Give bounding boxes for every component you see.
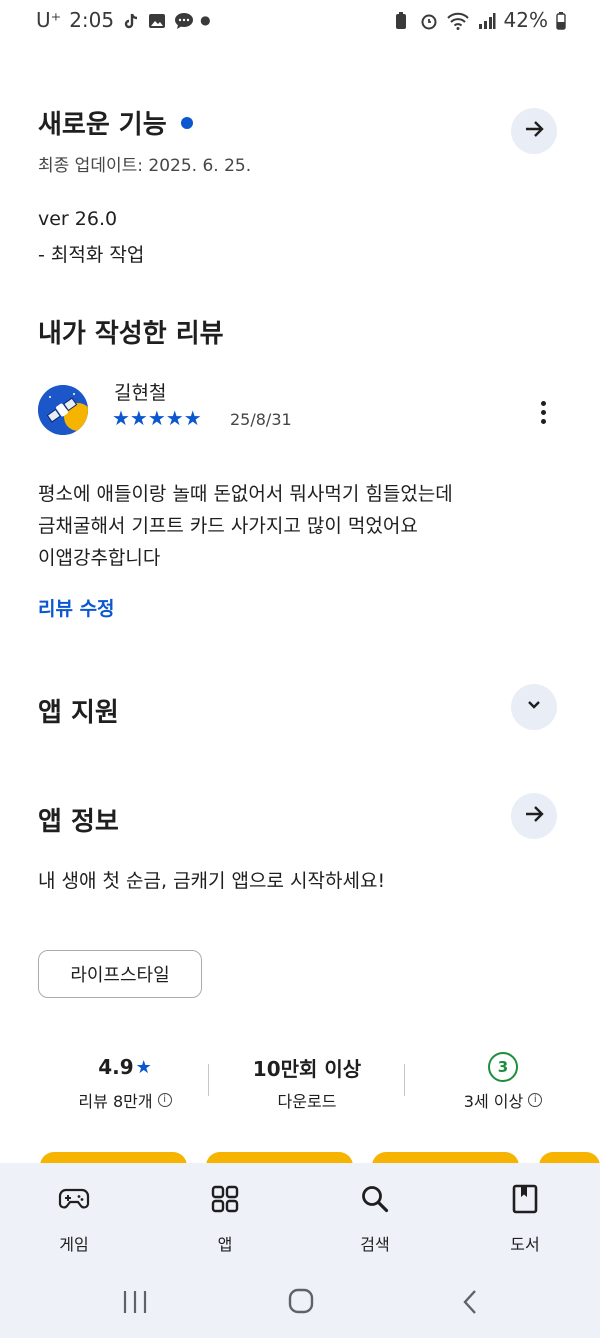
downloads-label: 다운로드: [277, 1092, 337, 1111]
gamepad-icon: [24, 1181, 124, 1217]
nav-item-search[interactable]: 검색: [325, 1181, 425, 1255]
version-text: ver 26.0: [38, 208, 118, 230]
app-info-arrow-button[interactable]: [511, 793, 557, 839]
carrier-label: U⁺: [36, 8, 62, 32]
notification-dot-icon: ●: [200, 13, 211, 27]
review-author: 길현철: [114, 382, 167, 404]
whats-new-title: 새로운 기능: [38, 110, 167, 140]
my-review-section: 내가 작성한 리뷰: [38, 313, 562, 350]
battery-saver-icon: [394, 11, 412, 29]
review-count: 리뷰 8만개: [78, 1092, 153, 1111]
info-icon[interactable]: i: [157, 1093, 172, 1107]
app-support-title: 앱 지원: [38, 698, 119, 728]
rating-stat: 4.9 ★ 리뷰 8만개 i: [40, 1052, 210, 1112]
signal-icon: [478, 11, 496, 29]
apps-grid-icon: [175, 1181, 275, 1217]
review-text: 평소에 애들이랑 놀때 돈없어서 뭐사먹기 힘들었는데 금채굴해서 기프트 카드…: [38, 478, 568, 574]
nav-label-search: 검색: [360, 1235, 390, 1254]
stat-divider: [208, 1064, 209, 1096]
avatar: [38, 385, 88, 435]
alarm-icon: [420, 11, 438, 30]
age-rating-label: 3세 이상: [463, 1092, 524, 1111]
gallery-icon: [148, 11, 166, 29]
new-indicator-dot: [180, 116, 193, 129]
nav-label-apps: 앱: [217, 1235, 233, 1254]
edit-review-link[interactable]: 리뷰 수정: [38, 594, 115, 621]
nav-label-games: 게임: [59, 1235, 89, 1254]
rating-value: 4.9: [98, 1055, 134, 1079]
review-text-line: 이앱강추합니다: [38, 547, 161, 569]
time-label: 2:05: [69, 8, 115, 32]
search-icon: [325, 1181, 425, 1217]
app-description: 내 생애 첫 순금, 금캐기 앱으로 시작하세요!: [38, 870, 386, 892]
age-rating-badge: 3: [488, 1052, 518, 1082]
home-icon[interactable]: [287, 1287, 315, 1319]
update-note: - 최적화 작업: [38, 244, 145, 266]
arrow-right-icon: [523, 118, 545, 144]
back-icon[interactable]: [460, 1288, 480, 1320]
downloads-stat: 10만회 이상 다운로드: [222, 1052, 392, 1112]
status-bar: U⁺ 2:05 ● 42%: [0, 0, 600, 40]
review-text-line: 금채굴해서 기프트 카드 사가지고 많이 먹었어요: [38, 515, 418, 537]
app-info-title: 앱 정보: [38, 807, 119, 837]
whats-new-section: 새로운 기능 최종 업데이트: 2025. 6. 25. ver 26.0 - …: [38, 104, 562, 267]
whats-new-header: 새로운 기능: [38, 104, 562, 141]
rating-stars: ★★★★★: [112, 406, 202, 430]
category-chip[interactable]: 라이프스타일: [38, 950, 202, 998]
age-rating-stat: 3 3세 이상 i: [418, 1052, 588, 1112]
review-text-line: 평소에 애들이랑 놀때 돈없어서 뭐사먹기 힘들었는데: [38, 483, 453, 505]
wifi-icon: [446, 11, 470, 30]
last-updated: 최종 업데이트: 2025. 6. 25.: [38, 156, 252, 176]
more-options-icon[interactable]: [530, 392, 556, 432]
system-navigation-bar: [0, 1285, 600, 1325]
arrow-right-icon: [523, 803, 545, 829]
battery-icon: [556, 11, 566, 30]
whats-new-arrow-button[interactable]: [511, 108, 557, 154]
app-support-expand-button[interactable]: [511, 684, 557, 730]
nav-label-books: 도서: [510, 1235, 540, 1254]
downloads-value: 10만회 이상: [252, 1056, 362, 1081]
chevron-down-icon: [525, 696, 543, 718]
my-review-title: 내가 작성한 리뷰: [38, 319, 224, 349]
info-icon[interactable]: i: [528, 1093, 543, 1107]
satellite-avatar-icon: [38, 385, 88, 435]
recent-apps-icon[interactable]: [120, 1289, 150, 1319]
app-support-section[interactable]: 앱 지원: [38, 692, 562, 729]
star-icon: ★: [135, 1056, 152, 1078]
nav-item-games[interactable]: 게임: [24, 1181, 124, 1255]
nav-item-books[interactable]: 도서: [475, 1181, 575, 1255]
stat-divider: [404, 1064, 405, 1096]
review-date: 25/8/31: [230, 410, 292, 429]
battery-percent: 42%: [503, 8, 548, 32]
message-icon: [174, 11, 194, 29]
nav-item-apps[interactable]: 앱: [175, 1181, 275, 1255]
tiktok-icon: [122, 11, 140, 29]
bottom-navigation: 게임 앱 검색 도서: [0, 1163, 600, 1338]
book-icon: [475, 1181, 575, 1217]
app-info-section: 앱 정보: [38, 801, 562, 838]
